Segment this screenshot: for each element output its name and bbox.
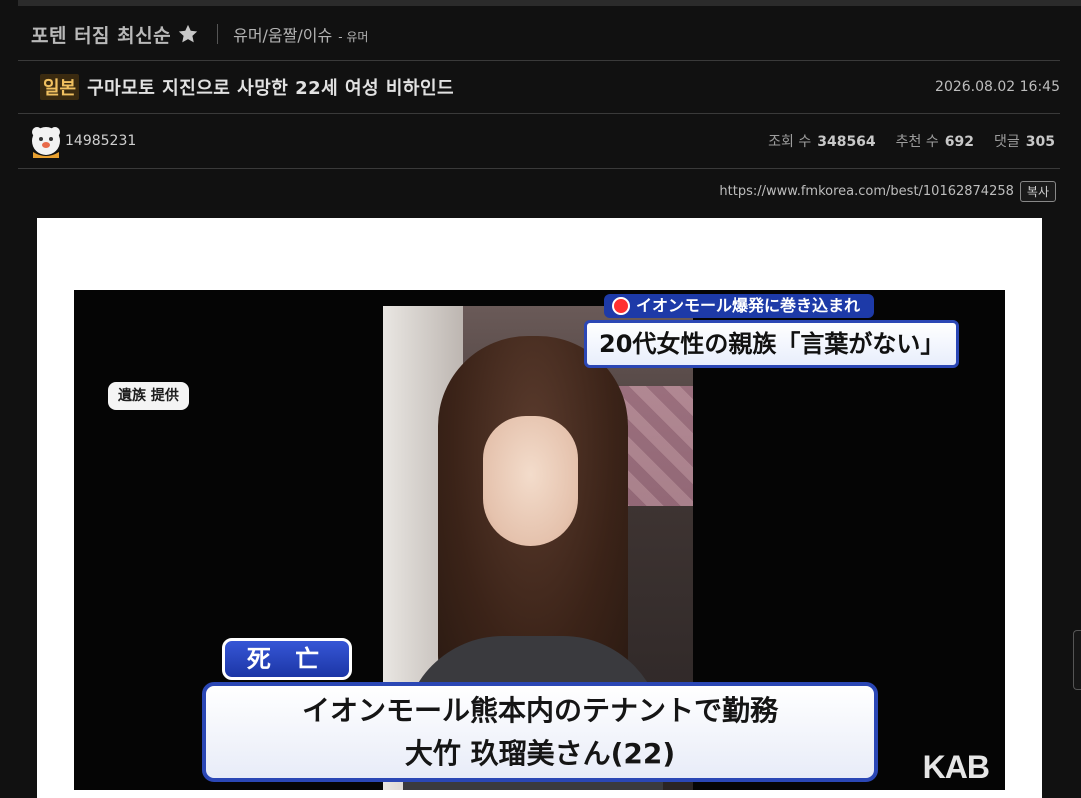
- divider: [217, 24, 219, 44]
- news-screenshot-image[interactable]: イオンモール爆発に巻き込まれ 20代女性の親族「言葉がない」 遺族 提供 死 亡…: [74, 290, 1005, 790]
- photo-face: [483, 416, 578, 546]
- photo-credit: 遺族 提供: [108, 382, 189, 410]
- comments-label: 댓글: [994, 134, 1020, 150]
- broadcaster-logo: KAB: [922, 749, 990, 785]
- play-icon: [612, 297, 630, 315]
- post-title: 구마모토 지진으로 사망한 22세 여성 비하인드: [87, 78, 455, 99]
- category-link[interactable]: 유머/움짤/이슈: [233, 22, 332, 46]
- author-name[interactable]: 14985231: [65, 133, 136, 149]
- recommend-count: 692: [944, 134, 974, 150]
- post-date: 2026.08.02 16:45: [935, 79, 1060, 95]
- subcategory-link[interactable]: - 유머: [338, 28, 368, 45]
- star-icon[interactable]: [177, 23, 199, 45]
- copy-url-button[interactable]: 복사: [1019, 181, 1056, 202]
- main-caption-line1: イオンモール熊本内のテナントで勤務: [301, 694, 778, 727]
- recommend-stat: 추천 수 692: [896, 131, 974, 151]
- main-caption: イオンモール熊本内のテナントで勤務 大竹 玖瑠美さん(22): [202, 682, 878, 782]
- comments-count: 305: [1025, 134, 1055, 150]
- board-header: 포텐 터짐 최신순 유머/움짤/이슈 - 유머: [31, 18, 368, 50]
- post-tag: 일본: [40, 74, 80, 100]
- post-title-row: 일본 구마모토 지진으로 사망한 22세 여성 비하인드 2026.08.02 …: [40, 72, 1060, 102]
- board-title[interactable]: 포텐 터짐 최신순: [31, 21, 171, 48]
- main-caption-line2: 大竹 玖瑠美さん(22): [404, 737, 676, 770]
- post-content: イオンモール爆発に巻き込まれ 20代女性の親族「言葉がない」 遺族 提供 死 亡…: [37, 218, 1042, 798]
- top-caption-small-text: イオンモール爆発に巻き込まれ: [636, 296, 861, 315]
- divider: [18, 60, 1060, 61]
- top-caption: イオンモール爆発に巻き込まれ 20代女性の親族「言葉がない」: [584, 294, 960, 368]
- views-label: 조회 수: [768, 134, 812, 150]
- top-caption-small: イオンモール爆発に巻き込まれ: [604, 294, 875, 318]
- divider: [18, 168, 1060, 169]
- post-stats: 조회 수 348564 추천 수 692 댓글 305: [768, 131, 1055, 151]
- avatar[interactable]: [29, 124, 63, 158]
- views-count: 348564: [817, 134, 876, 150]
- recommend-label: 추천 수: [895, 134, 939, 150]
- post-meta: 14985231 조회 수 348564 추천 수 692 댓글 305: [29, 124, 1060, 158]
- side-scroll-tab[interactable]: [1073, 630, 1081, 690]
- comments-stat[interactable]: 댓글 305: [994, 131, 1055, 151]
- url-row: https://www.fmkorea.com/best/10162874258…: [719, 181, 1056, 202]
- top-bar: [18, 0, 1081, 6]
- top-caption-main: 20代女性の親族「言葉がない」: [584, 320, 960, 368]
- views-stat: 조회 수 348564: [768, 131, 876, 151]
- post-url[interactable]: https://www.fmkorea.com/best/10162874258: [719, 184, 1013, 199]
- divider: [18, 113, 1060, 114]
- death-label: 死 亡: [222, 638, 352, 680]
